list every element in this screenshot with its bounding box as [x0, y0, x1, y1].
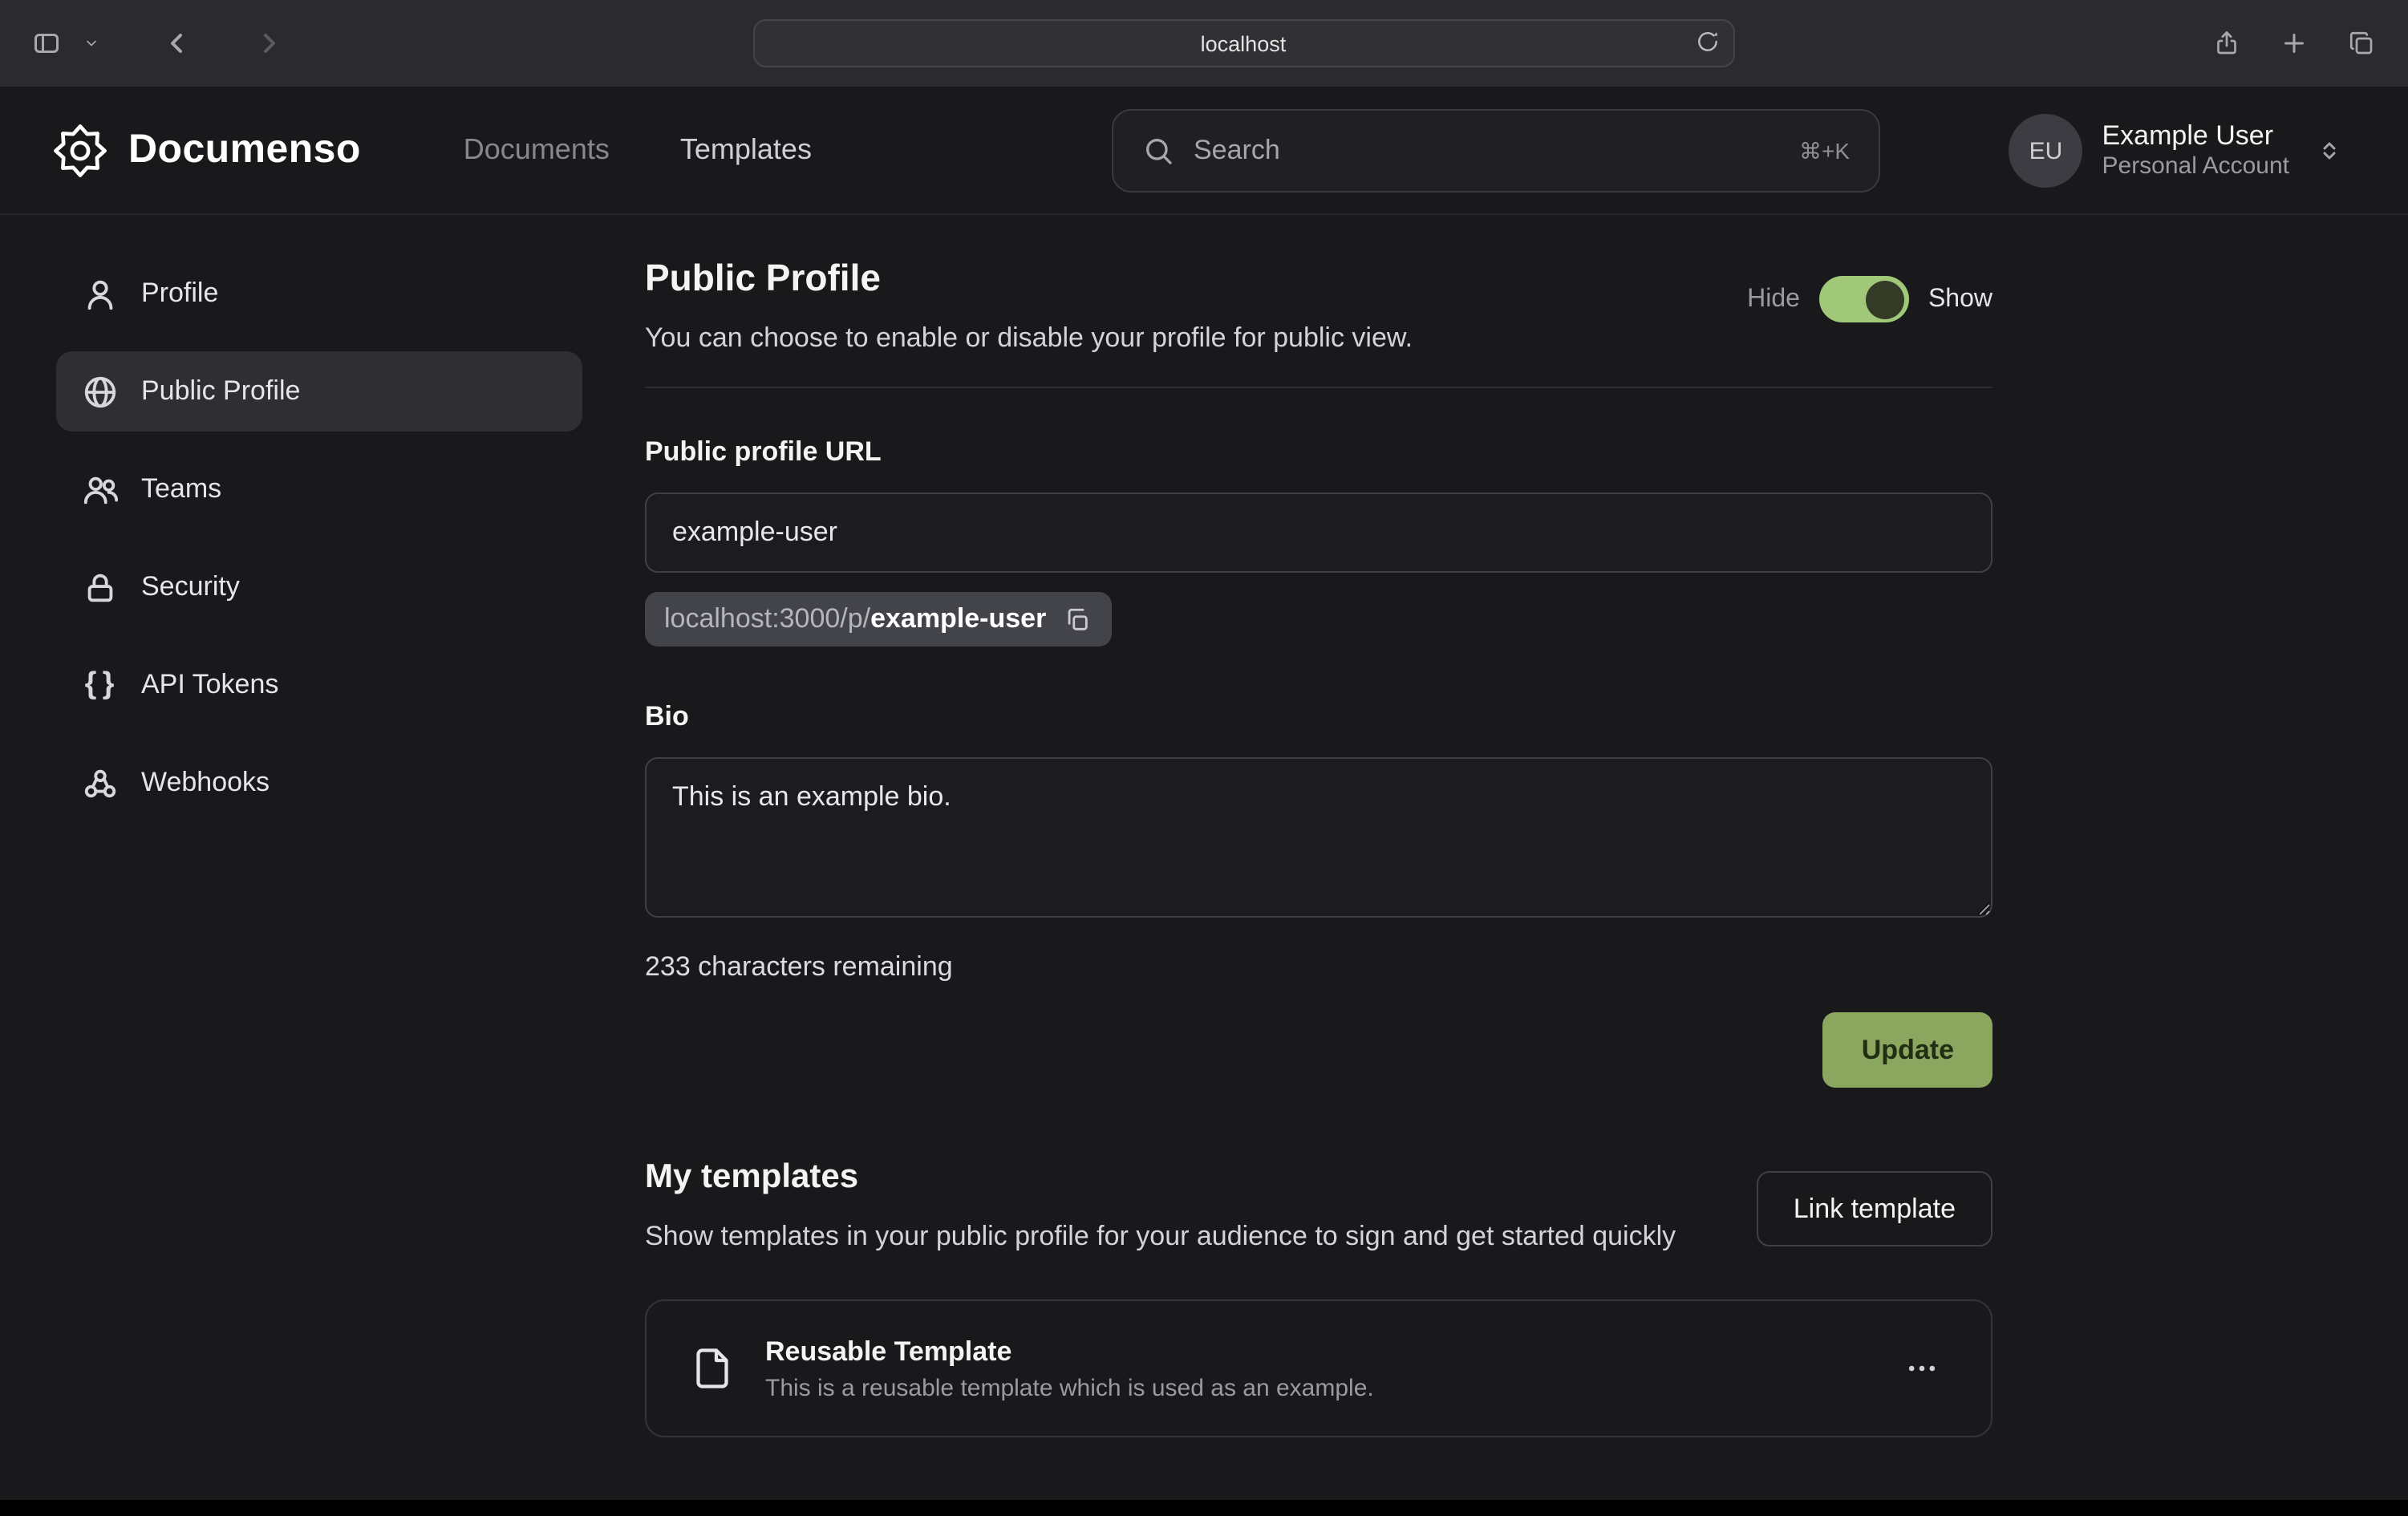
top-nav: Documents Templates	[464, 133, 812, 167]
ellipsis-icon	[1904, 1352, 1940, 1387]
sidebar-item-label: Teams	[141, 473, 221, 505]
search-shortcut: ⌘+K	[1799, 137, 1850, 164]
public-profile-settings: Public Profile You can choose to enable …	[645, 253, 1992, 1438]
lock-icon	[82, 569, 119, 606]
url-prefix: localhost:3000/p/	[664, 603, 870, 634]
template-card: Reusable Template This is a reusable tem…	[645, 1300, 1992, 1438]
user-account-type: Personal Account	[2102, 153, 2290, 184]
public-profile-url-input[interactable]	[645, 492, 1992, 573]
visibility-control: Hide Show	[1747, 276, 1992, 322]
address-bar[interactable]: localhost	[752, 19, 1734, 67]
sidebar-item-webhooks[interactable]: Webhooks	[56, 743, 582, 823]
settings-sidebar: Profile Public Profile Teams Security { …	[56, 253, 582, 1438]
webhook-icon	[82, 764, 119, 801]
divider	[645, 387, 1992, 388]
search-placeholder: Search	[1194, 135, 1780, 167]
bio-textarea[interactable]	[645, 757, 1992, 918]
forward-icon[interactable]	[247, 21, 292, 66]
sidebar-item-label: Profile	[141, 278, 218, 310]
sidebar-item-teams[interactable]: Teams	[56, 449, 582, 529]
url-text: localhost	[1201, 31, 1287, 55]
user-menu[interactable]: EU Example User Personal Account	[2009, 114, 2345, 188]
url-field-label: Public profile URL	[645, 436, 1992, 468]
braces-icon: { }	[82, 667, 119, 703]
toggle-knob	[1866, 280, 1904, 318]
profile-visibility-toggle[interactable]	[1819, 276, 1909, 322]
refresh-icon[interactable]	[1688, 22, 1726, 61]
user-name: Example User	[2102, 119, 2290, 153]
sidebar-item-label: Public Profile	[141, 375, 300, 407]
window-bottom-edge	[0, 1500, 2408, 1516]
sidebar-item-security[interactable]: Security	[56, 547, 582, 627]
profile-url-preview: localhost:3000/p/example-user	[645, 592, 1112, 647]
show-label: Show	[1928, 285, 1992, 314]
hide-label: Hide	[1747, 285, 1800, 314]
app-window: Documenso Documents Templates Search ⌘+K…	[0, 87, 2408, 1500]
nav-templates[interactable]: Templates	[680, 133, 812, 167]
new-tab-icon[interactable]	[2273, 22, 2315, 64]
back-icon[interactable]	[154, 21, 199, 66]
file-icon	[688, 1345, 736, 1393]
brand-name: Documenso	[128, 127, 361, 173]
template-description: This is a reusable template which is use…	[765, 1375, 1374, 1402]
tab-overview-icon[interactable]	[2341, 22, 2382, 64]
toolbar-chevron-down-icon[interactable]	[77, 29, 106, 58]
documenso-logo-icon	[51, 121, 109, 179]
sidebar-item-label: API Tokens	[141, 669, 278, 701]
user-icon	[82, 275, 119, 312]
avatar: EU	[2009, 114, 2083, 188]
template-menu-button[interactable]	[1895, 1342, 1949, 1396]
update-button[interactable]: Update	[1823, 1012, 1992, 1088]
my-templates-description: Show templates in your public profile fo…	[645, 1216, 1676, 1259]
search-input[interactable]: Search ⌘+K	[1112, 109, 1880, 193]
brand[interactable]: Documenso	[51, 121, 361, 179]
template-name: Reusable Template	[765, 1336, 1374, 1368]
bio-field-label: Bio	[645, 701, 1992, 733]
nav-documents[interactable]: Documents	[464, 133, 610, 167]
sidebar-item-public-profile[interactable]: Public Profile	[56, 351, 582, 432]
copy-icon[interactable]	[1062, 604, 1093, 634]
my-templates-title: My templates	[645, 1158, 1676, 1197]
share-icon[interactable]	[2206, 22, 2248, 64]
users-icon	[82, 471, 119, 508]
sidebar-toggle-icon[interactable]	[26, 22, 67, 64]
url-slug: example-user	[870, 603, 1046, 634]
globe-icon	[82, 373, 119, 410]
sidebar-item-label: Security	[141, 571, 240, 603]
sidebar-item-profile[interactable]: Profile	[56, 253, 582, 334]
browser-toolbar: localhost	[0, 0, 2408, 87]
page-subtitle: You can choose to enable or disable your…	[645, 322, 1413, 355]
search-icon	[1142, 135, 1174, 167]
sidebar-item-api-tokens[interactable]: { } API Tokens	[56, 645, 582, 725]
sidebar-item-label: Webhooks	[141, 767, 270, 799]
page-title: Public Profile	[645, 257, 1413, 300]
characters-remaining: 233 characters remaining	[645, 951, 1992, 983]
chevrons-up-down-icon	[2315, 136, 2344, 165]
app-header: Documenso Documents Templates Search ⌘+K…	[0, 87, 2408, 215]
link-template-button[interactable]: Link template	[1757, 1171, 1992, 1246]
